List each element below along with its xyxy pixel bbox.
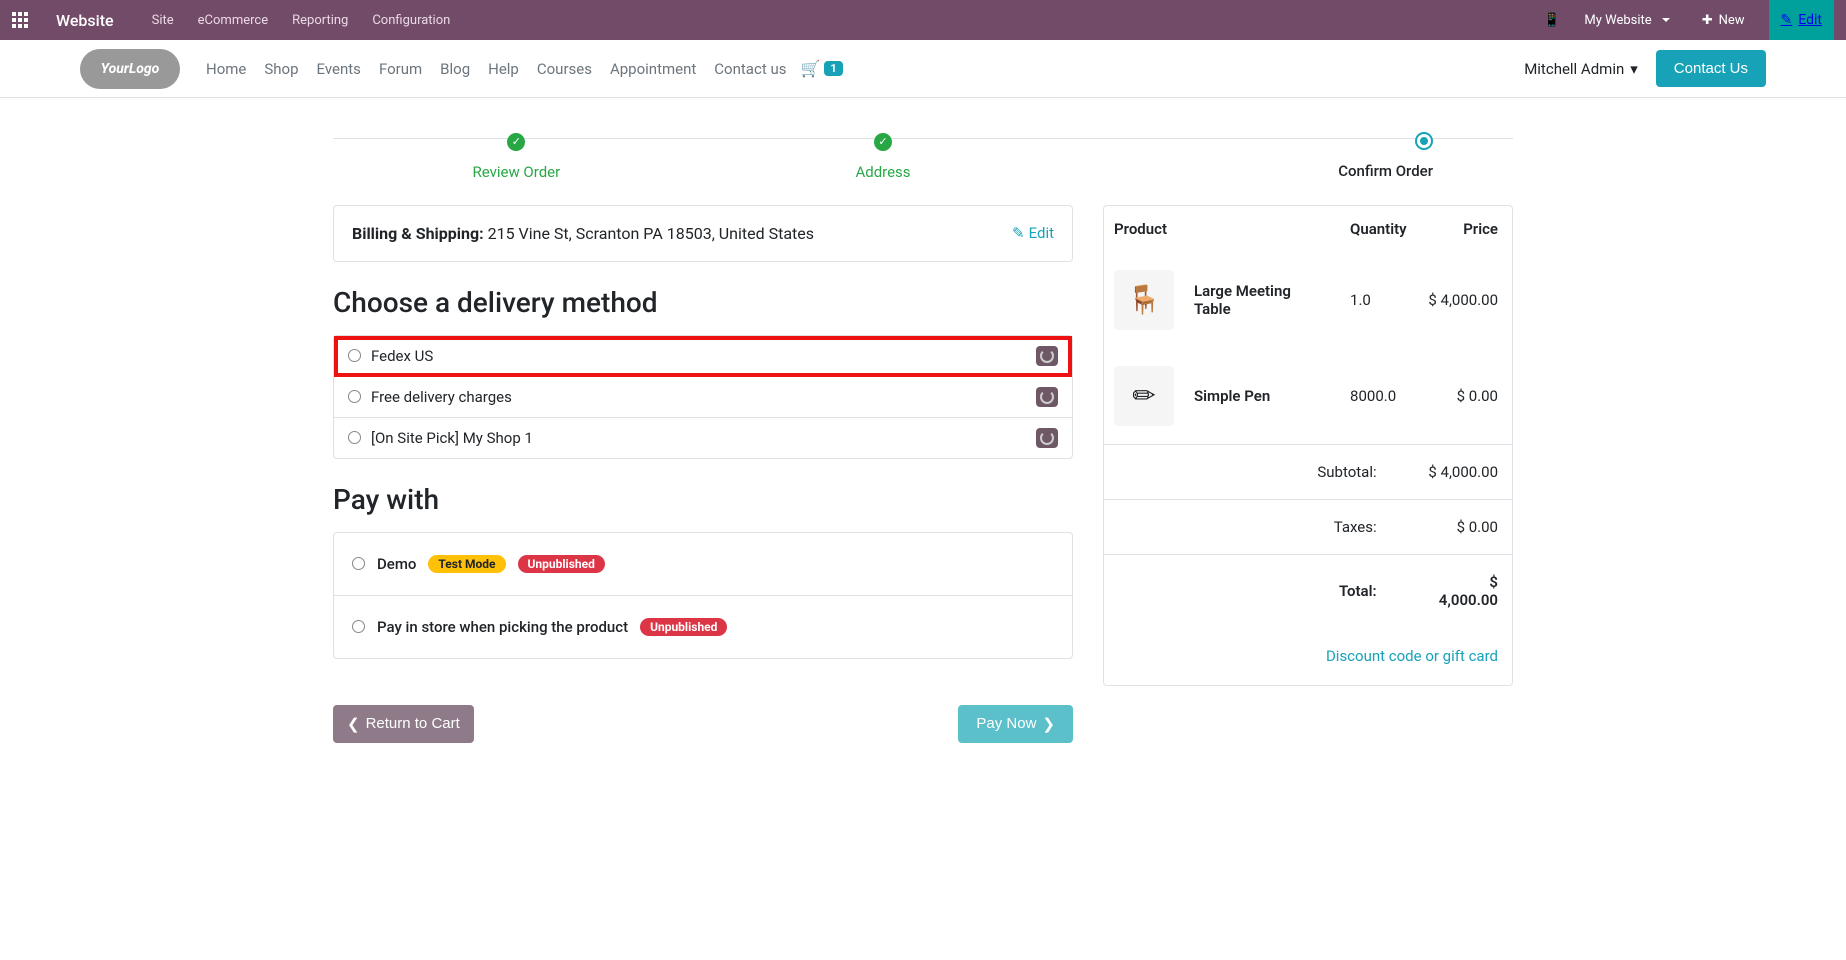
delivery-list: Fedex US Free delivery charges [On Site … xyxy=(333,335,1073,459)
delivery-heading: Choose a delivery method xyxy=(333,286,1073,319)
cart-icon: 🛒 xyxy=(800,59,820,78)
pencil-icon: ✎ xyxy=(1781,12,1793,28)
return-to-cart-button[interactable]: ❮ Return to Cart xyxy=(333,705,474,743)
unpublished-badge: Unpublished xyxy=(640,618,727,636)
check-icon: ✓ xyxy=(874,133,892,151)
address-label: Billing & Shipping: xyxy=(352,224,484,243)
nav-courses[interactable]: Courses xyxy=(537,60,592,78)
menu-site[interactable]: Site xyxy=(152,13,174,28)
pay-now-button[interactable]: Pay Now ❯ xyxy=(958,705,1073,743)
chevron-right-icon: ❯ xyxy=(1042,715,1055,733)
edit-address-link[interactable]: ✎ Edit xyxy=(1012,224,1054,242)
product-image: 🪑 xyxy=(1114,270,1174,330)
billing-shipping-card: Billing & Shipping: 215 Vine St, Scranto… xyxy=(333,205,1073,262)
delivery-option-onsite[interactable]: [On Site Pick] My Shop 1 xyxy=(334,418,1072,458)
pencil-icon: ✎ xyxy=(1012,224,1025,242)
nav-appointment[interactable]: Appointment xyxy=(610,60,696,78)
nav-forum[interactable]: Forum xyxy=(379,60,422,78)
order-summary: Product Quantity Price 🪑 Large Meeting T… xyxy=(1103,205,1513,686)
radio-icon[interactable] xyxy=(348,390,361,403)
product-name: Simple Pen xyxy=(1184,348,1340,445)
user-dropdown[interactable]: Mitchell Admin ▾ xyxy=(1524,60,1638,78)
pay-list: Demo Test Mode Unpublished Pay in store … xyxy=(333,532,1073,659)
loading-icon xyxy=(1036,428,1058,448)
radio-icon[interactable] xyxy=(348,349,361,362)
delivery-option-fedex[interactable]: Fedex US xyxy=(334,336,1072,377)
current-step-icon xyxy=(1415,132,1433,150)
col-quantity: Quantity xyxy=(1340,206,1417,252)
app-topbar: Website Site eCommerce Reporting Configu… xyxy=(0,0,1846,40)
checkout-stepper: ✓ Review Order ✓ Address Confirm Order xyxy=(333,130,1513,181)
apps-icon[interactable] xyxy=(12,12,28,28)
product-price: $ 4,000.00 xyxy=(1417,252,1512,348)
new-button[interactable]: ✚New xyxy=(1694,9,1753,32)
product-price: $ 0.00 xyxy=(1417,348,1512,445)
loading-icon xyxy=(1036,387,1058,407)
test-mode-badge: Test Mode xyxy=(428,555,505,573)
nav-contact[interactable]: Contact us xyxy=(714,60,786,78)
pay-option-instore[interactable]: Pay in store when picking the product Un… xyxy=(334,596,1072,658)
unpublished-badge: Unpublished xyxy=(518,555,605,573)
radio-icon[interactable] xyxy=(348,431,361,444)
step-address[interactable]: ✓ Address xyxy=(700,130,1067,181)
edit-button[interactable]: ✎Edit xyxy=(1769,0,1834,40)
address-value: 215 Vine St, Scranton PA 18503, United S… xyxy=(488,224,814,243)
nav-help[interactable]: Help xyxy=(488,60,519,78)
col-product: Product xyxy=(1104,206,1184,252)
pay-heading: Pay with xyxy=(333,483,1073,516)
nav-events[interactable]: Events xyxy=(317,60,361,78)
menu-ecommerce[interactable]: eCommerce xyxy=(198,13,268,28)
taxes-row: Taxes: $ 0.00 xyxy=(1104,499,1512,554)
menu-reporting[interactable]: Reporting xyxy=(292,13,348,28)
product-image: ✏ xyxy=(1114,366,1174,426)
table-row: ✏ Simple Pen 8000.0 $ 0.00 xyxy=(1104,348,1512,445)
contact-us-button[interactable]: Contact Us xyxy=(1656,50,1766,87)
product-name: Large Meeting Table xyxy=(1184,252,1340,348)
site-nav: Home Shop Events Forum Blog Help Courses… xyxy=(206,60,786,78)
chevron-left-icon: ❮ xyxy=(347,715,360,733)
my-website-dropdown[interactable]: My Website xyxy=(1576,9,1677,32)
nav-blog[interactable]: Blog xyxy=(440,60,470,78)
cart-count: 1 xyxy=(824,61,842,76)
app-title[interactable]: Website xyxy=(56,11,114,30)
topbar-menu: Site eCommerce Reporting Configuration xyxy=(152,13,451,28)
discount-code-link[interactable]: Discount code or gift card xyxy=(1326,647,1498,665)
menu-configuration[interactable]: Configuration xyxy=(372,13,450,28)
col-price: Price xyxy=(1417,206,1512,252)
step-confirm: Confirm Order xyxy=(1066,130,1513,180)
site-navbar: YourLogo Home Shop Events Forum Blog Hel… xyxy=(0,40,1846,98)
product-qty: 8000.0 xyxy=(1340,348,1417,445)
product-qty: 1.0 xyxy=(1340,252,1417,348)
subtotal-row: Subtotal: $ 4,000.00 xyxy=(1104,444,1512,499)
pay-option-demo[interactable]: Demo Test Mode Unpublished xyxy=(334,533,1072,596)
nav-shop[interactable]: Shop xyxy=(264,60,298,78)
cart-button[interactable]: 🛒 1 xyxy=(800,59,842,78)
check-icon: ✓ xyxy=(507,133,525,151)
mobile-icon[interactable]: 📱 xyxy=(1543,12,1560,28)
caret-down-icon: ▾ xyxy=(1630,60,1638,78)
nav-home[interactable]: Home xyxy=(206,60,246,78)
step-review[interactable]: ✓ Review Order xyxy=(333,130,700,181)
logo[interactable]: YourLogo xyxy=(80,49,180,89)
plus-icon: ✚ xyxy=(1702,13,1713,28)
radio-icon[interactable] xyxy=(352,620,365,633)
total-row: Total: $ 4,000.00 xyxy=(1104,554,1512,627)
loading-icon xyxy=(1036,346,1058,366)
radio-icon[interactable] xyxy=(352,557,365,570)
table-row: 🪑 Large Meeting Table 1.0 $ 4,000.00 xyxy=(1104,252,1512,348)
delivery-option-free[interactable]: Free delivery charges xyxy=(334,377,1072,418)
